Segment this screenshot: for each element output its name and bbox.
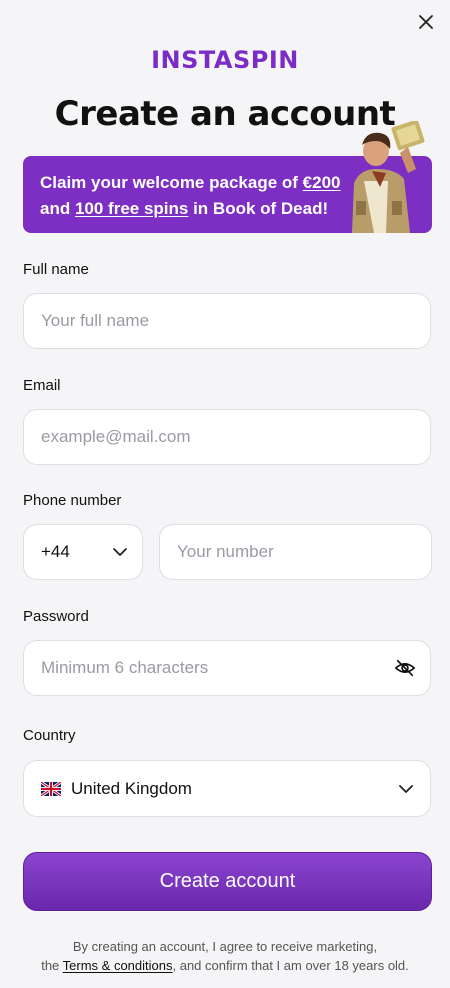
full-name-input[interactable]: Your full name xyxy=(23,293,431,349)
full-name-label: Full name xyxy=(23,261,89,278)
legal-text-pre: the xyxy=(41,958,63,973)
welcome-promo-banner: Claim your welcome package of €200 and 1… xyxy=(23,121,432,233)
chevron-down-icon xyxy=(399,784,413,793)
close-icon xyxy=(419,15,433,29)
create-account-button-label: Create account xyxy=(159,870,296,892)
email-placeholder: example@mail.com xyxy=(41,427,191,446)
legal-disclaimer: By creating an account, I agree to recei… xyxy=(0,937,450,975)
close-button[interactable] xyxy=(414,10,438,34)
password-input[interactable]: Minimum 6 characters xyxy=(23,640,431,696)
promo-text-part: in Book of Dead! xyxy=(188,199,329,218)
phone-number-placeholder: Your number xyxy=(177,542,274,561)
country-label: Country xyxy=(23,727,76,744)
password-label: Password xyxy=(23,608,89,625)
legal-line-1: By creating an account, I agree to recei… xyxy=(72,939,378,954)
adventurer-illustration xyxy=(352,121,425,233)
email-label: Email xyxy=(23,377,61,394)
promo-amount: €200 xyxy=(302,173,341,192)
full-name-placeholder: Your full name xyxy=(41,311,150,330)
legal-text-post: , and confirm that I am over 18 years ol… xyxy=(172,958,409,973)
country-value: United Kingdom xyxy=(71,778,192,798)
create-account-button[interactable]: Create account xyxy=(23,852,432,911)
brand-logo: INSTASPIN xyxy=(151,46,299,74)
country-select[interactable]: United Kingdom xyxy=(23,760,431,817)
phone-code-select[interactable]: +44 xyxy=(23,524,143,580)
uk-flag-icon xyxy=(41,781,61,796)
promo-text: Claim your welcome package of €200 and 1… xyxy=(40,170,360,222)
chevron-down-icon xyxy=(113,548,127,556)
email-input[interactable]: example@mail.com xyxy=(23,409,431,465)
promo-text-part: Claim your welcome package of xyxy=(40,173,303,192)
promo-text-part: and xyxy=(40,199,75,218)
eye-off-icon[interactable] xyxy=(394,657,416,679)
phone-code-value: +44 xyxy=(41,542,70,561)
terms-link[interactable]: Terms & conditions xyxy=(63,958,173,973)
phone-number-input[interactable]: Your number xyxy=(159,524,432,580)
phone-label: Phone number xyxy=(23,492,122,509)
password-placeholder: Minimum 6 characters xyxy=(41,658,209,677)
promo-spins: 100 free spins xyxy=(74,199,189,218)
